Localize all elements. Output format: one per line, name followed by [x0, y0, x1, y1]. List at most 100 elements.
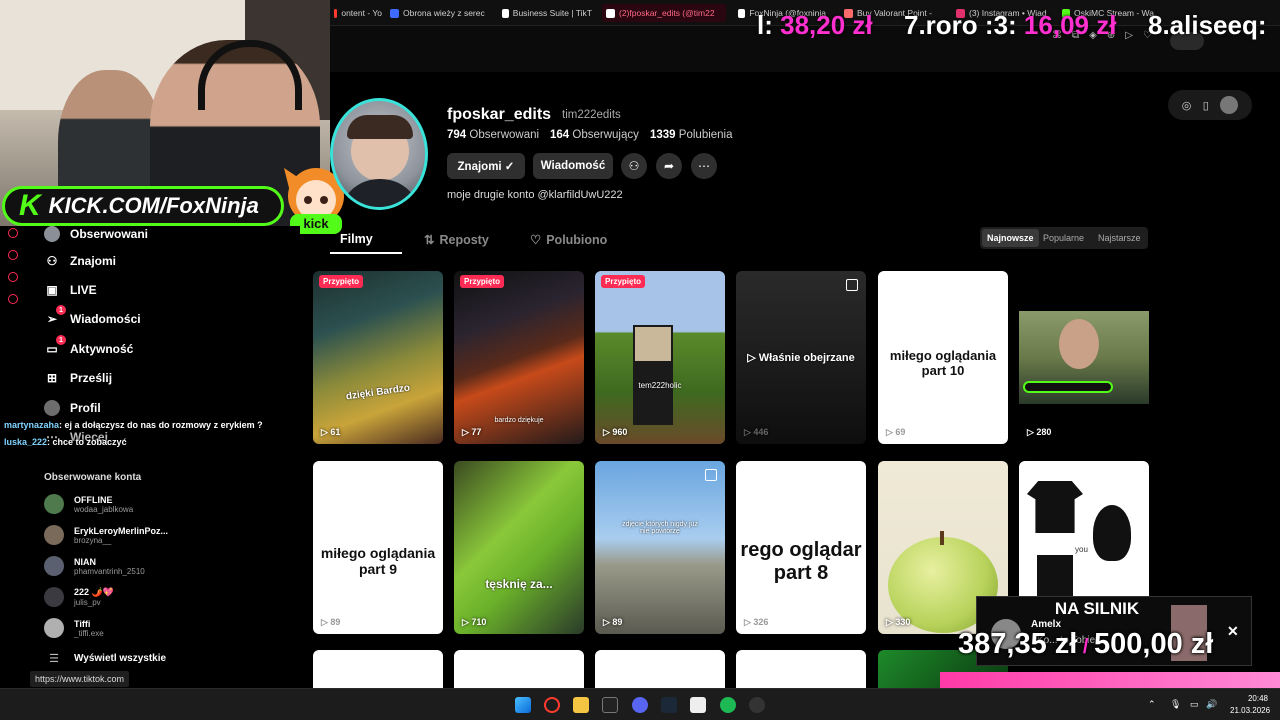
video-card[interactable]: tęsknię za... ▷ 710 — [454, 461, 584, 634]
youtube-icon — [334, 8, 338, 18]
profile-icon — [44, 400, 60, 416]
phone-icon[interactable]: ▯ — [1203, 99, 1209, 112]
pinned-badge: Przypięto — [601, 275, 646, 288]
sidebar-item-upload[interactable]: ⊞ Prześlij — [44, 370, 112, 386]
balaclava-image — [1093, 505, 1131, 561]
capcut-icon[interactable] — [690, 697, 706, 713]
steam-icon[interactable] — [661, 697, 677, 713]
close-icon[interactable]: ✕ — [1227, 623, 1239, 640]
epic-games-icon[interactable] — [602, 697, 618, 713]
more-options-icon[interactable]: ⋯ — [691, 153, 717, 179]
volume-icon[interactable]: 🔊 — [1206, 699, 1217, 710]
leaderboard-entry: 8.aliseeq: — [1148, 10, 1267, 40]
view-count: ▷ 77 — [462, 427, 482, 437]
show-all-following-link[interactable]: ☰ Wyświetl wszystkie — [44, 652, 166, 665]
view-count: ▷ 960 — [603, 427, 628, 437]
message-button[interactable]: Wiadomość — [533, 153, 613, 179]
sidebar-item-friends[interactable]: ⚇ Znajomi — [44, 253, 116, 269]
followers-stat[interactable]: 164 Obserwujący — [550, 129, 639, 141]
sort-oldest[interactable]: Najstarsze — [1093, 229, 1146, 247]
followed-account[interactable]: NIAN phamvantrinh_2510 — [44, 556, 145, 576]
view-count: ▷ 61 — [321, 427, 341, 437]
user-avatar[interactable] — [1220, 96, 1239, 114]
video-card[interactable]: Przypięto tem222holic ▷ 960 — [595, 271, 725, 444]
view-count: ▷ 326 — [744, 617, 769, 627]
notification-badge: 1 — [56, 305, 66, 315]
leaderboard-entry: l: 38,20 zł — [757, 10, 873, 40]
browser-tab-active[interactable]: (2)fposkar_edits (@tim22 — [602, 4, 726, 22]
video-card[interactable] — [595, 650, 725, 688]
sidebar-item-profile[interactable]: Profil — [44, 400, 101, 416]
video-card[interactable]: miłego oglądania part 10 ▷ 69 — [878, 271, 1008, 444]
profile-bio: moje drugie konto @klarfildUwU222 — [447, 189, 623, 201]
view-count: ▷ 69 — [886, 427, 906, 437]
tab-reposts[interactable]: ⇅ Reposty — [424, 232, 489, 248]
tab-liked[interactable]: ♡ Polubiono — [530, 232, 607, 248]
video-card[interactable]: ▷ Właśnie obejrzane ▷ 446 — [736, 271, 866, 444]
followed-account[interactable]: OFFLINE wodaa_jablkowa — [44, 494, 133, 514]
following-stat[interactable]: 794 Obserwowani — [447, 129, 539, 141]
video-card[interactable]: rego oglądar part 8 ▷ 326 — [736, 461, 866, 634]
windows-start-icon[interactable] — [515, 697, 531, 713]
avatar-icon — [44, 226, 60, 242]
video-card[interactable]: Przypięto bardzo dziękuje ▷ 77 — [454, 271, 584, 444]
video-card[interactable] — [736, 650, 866, 688]
add-friend-icon[interactable]: ⚇ — [621, 153, 647, 179]
messages-icon: ➢ 1 — [44, 305, 66, 327]
browser-tab[interactable]: Business Suite | TikT — [498, 4, 596, 22]
profile-username: fposkar_edits — [447, 106, 552, 123]
likes-stat: 1339 Polubienia — [650, 129, 733, 141]
video-card[interactable]: miłego oglądania part 9 ▷ 89 — [313, 461, 443, 634]
profile-avatar[interactable] — [330, 98, 428, 210]
sidebar-mini-icon[interactable] — [8, 294, 18, 304]
sort-popular[interactable]: Popularne — [1038, 229, 1089, 247]
pinned-badge: Przypięto — [460, 275, 505, 288]
followed-account[interactable]: 222 🌶️💖 julis_pv — [44, 587, 114, 607]
file-explorer-icon[interactable] — [573, 697, 589, 713]
microphone-icon[interactable]: 🎙 — [1170, 699, 1181, 710]
video-card[interactable]: ▷ 280 — [1019, 271, 1149, 444]
network-icon[interactable]: ▭ — [1190, 699, 1199, 710]
share-icon[interactable]: ➦ — [656, 153, 682, 179]
browser-tab[interactable]: ontent - Yo — [330, 4, 386, 22]
video-card[interactable]: zdjęcie których nigdy już nie powtórzę ▷… — [595, 461, 725, 634]
avatar — [44, 494, 64, 514]
sidebar-item-activity[interactable]: ▭ 1 Aktywność — [44, 335, 133, 357]
sort-newest[interactable]: Najnowsze — [982, 229, 1039, 247]
sidebar: Obserwowani ⚇ Znajomi ▣ LIVE ➢ 1 Wiadomości … — [0, 226, 300, 688]
video-card[interactable] — [313, 650, 443, 688]
browser-tab[interactable]: Obrona wieży z serec — [386, 4, 492, 22]
avatar — [44, 556, 64, 576]
view-count: ▷ 89 — [321, 617, 341, 627]
repost-icon: ⇅ — [424, 233, 435, 247]
friends-button[interactable]: Znajomi ✓ — [447, 153, 525, 179]
play-icon[interactable]: ▷ — [1125, 30, 1133, 44]
spotify-icon[interactable] — [720, 697, 736, 713]
video-card[interactable]: Przypięto dzięki Bardzo ▷ 61 — [313, 271, 443, 444]
followed-account[interactable]: ErykLeroyMerlinPoz... brozyna__ — [44, 525, 168, 545]
sidebar-mini-icon[interactable] — [8, 228, 18, 238]
view-count: ▷ 330 — [886, 617, 911, 627]
chevron-up-icon[interactable]: ⌃ — [1148, 699, 1156, 710]
discord-icon — [390, 8, 399, 18]
sidebar-mini-icon[interactable] — [8, 250, 18, 260]
followed-account[interactable]: Tiffi _tiffi.exe — [44, 618, 104, 638]
sort-switcher: Najnowsze Popularne Najstarsze — [980, 227, 1148, 249]
sidebar-item-messages[interactable]: ➢ 1 Wiadomości — [44, 305, 141, 327]
discord-icon[interactable] — [632, 697, 648, 713]
system-clock[interactable]: 20:48 21.03.2026 — [1230, 693, 1270, 717]
friends-icon: ⚇ — [46, 254, 58, 268]
chat-message: luska_222: chce to zobaczyć — [4, 437, 127, 447]
notification-badge: 1 — [56, 335, 66, 345]
avatar-hair — [347, 115, 413, 139]
sidebar-mini-icon[interactable] — [8, 272, 18, 282]
video-card[interactable] — [454, 650, 584, 688]
opera-icon[interactable] — [544, 697, 560, 713]
sidebar-item-live[interactable]: ▣ LIVE — [44, 282, 96, 298]
tab-videos[interactable]: Filmy — [340, 232, 373, 246]
compass-icon[interactable]: ◎ — [1182, 99, 1192, 112]
obs-icon[interactable] — [749, 697, 765, 713]
status-bar-url: https://www.tiktok.com — [30, 671, 130, 687]
avatar — [44, 618, 64, 638]
sidebar-item-following[interactable]: Obserwowani — [44, 226, 148, 242]
